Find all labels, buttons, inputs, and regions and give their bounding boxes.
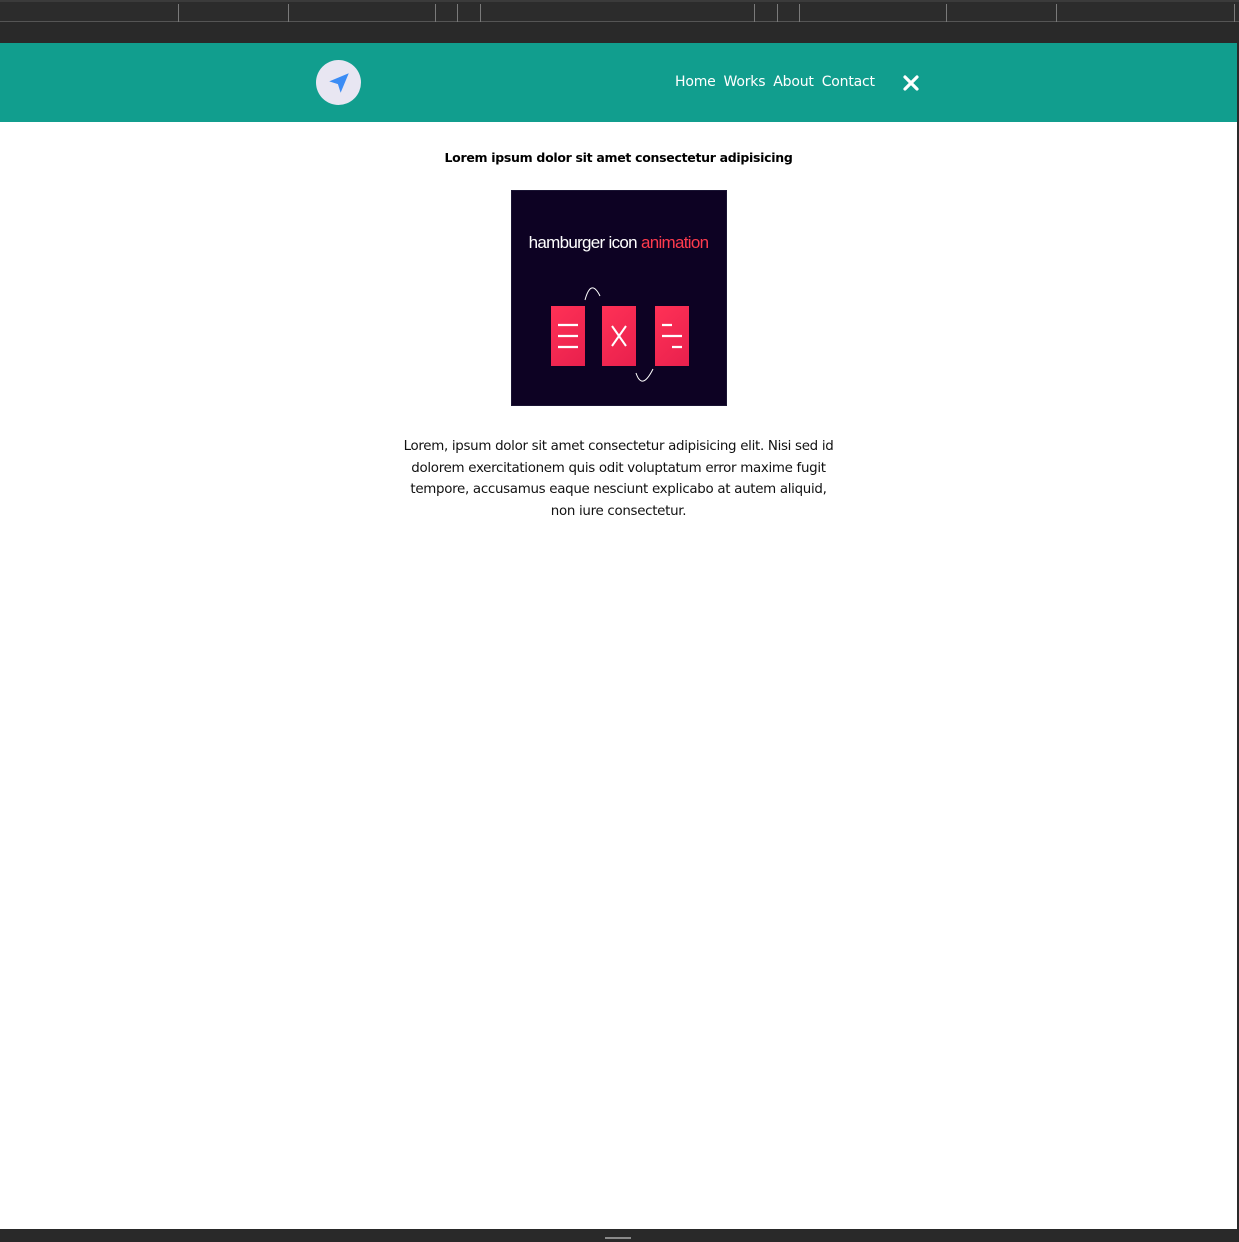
hero-image-title: hamburger icon animation — [512, 233, 726, 253]
devtools-bottom-bar — [0, 1229, 1239, 1242]
close-icon — [903, 75, 919, 91]
hero-image: hamburger icon animation — [510, 190, 727, 406]
hero-title-red: animation — [640, 233, 709, 252]
ruler-tick — [946, 4, 947, 22]
hamburger-card — [550, 306, 585, 366]
ruler-tick — [178, 4, 179, 22]
ruler-tick — [1234, 4, 1235, 22]
nav-link-home[interactable]: Home — [675, 74, 716, 90]
ruler-tick — [754, 4, 755, 22]
nav-link-contact[interactable]: Contact — [822, 74, 875, 90]
x-icon — [610, 325, 627, 347]
ruler-tick — [777, 4, 778, 22]
partial-hamburger-card — [654, 306, 689, 366]
devtools-toolbar — [0, 0, 1239, 43]
device-ruler — [0, 0, 1239, 22]
nav-link-about[interactable]: About — [773, 74, 814, 90]
resize-handle[interactable] — [605, 1237, 631, 1239]
navigation-arrow-icon — [328, 72, 349, 93]
ruler-tick — [1056, 4, 1057, 22]
navbar: Home Works About Contact — [0, 43, 1237, 122]
ruler-tick — [457, 4, 458, 22]
close-menu-button[interactable] — [902, 74, 920, 92]
hero-title-white: hamburger icon — [528, 233, 638, 252]
intro-paragraph: Lorem, ipsum dolor sit amet consectetur … — [403, 439, 834, 519]
page-viewport: Home Works About Contact Lorem ipsum dol… — [0, 43, 1237, 1229]
main-content: Lorem ipsum dolor sit amet consectetur a… — [0, 150, 1237, 522]
curved-arrow-up-icon — [584, 287, 600, 301]
close-card — [601, 306, 636, 366]
ruler-tick — [288, 4, 289, 22]
ruler-tick — [480, 4, 481, 22]
nav-links: Home Works About Contact — [675, 74, 875, 90]
curved-arrow-down-icon — [635, 368, 653, 382]
hamburger-partial-icon — [661, 323, 682, 349]
page-headline: Lorem ipsum dolor sit amet consectetur a… — [444, 150, 793, 165]
ruler-tick — [435, 4, 436, 22]
ruler-tick — [799, 4, 800, 22]
nav-link-works[interactable]: Works — [724, 74, 766, 90]
hamburger-icon — [557, 323, 578, 349]
logo[interactable] — [316, 60, 361, 105]
